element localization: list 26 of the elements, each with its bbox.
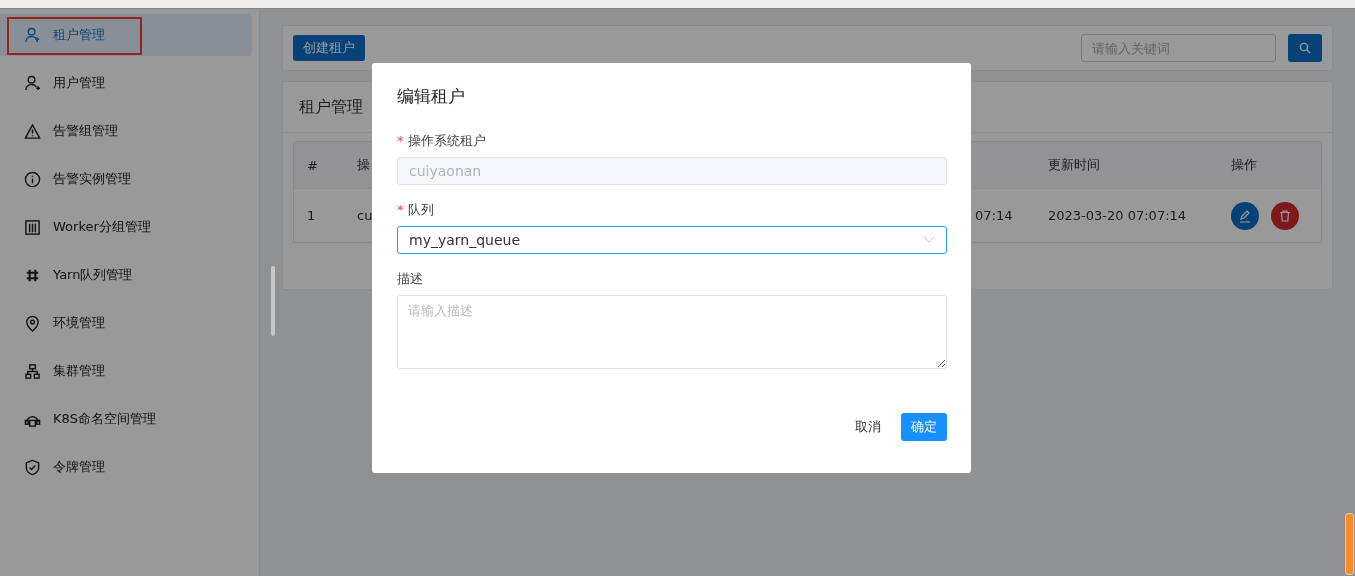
dialog-title: 编辑租户 (397, 85, 466, 108)
create-button[interactable]: 创建租户 (293, 35, 365, 61)
column-header: 更新时间 (1048, 157, 1100, 172)
sidebar-item[interactable]: 告警实例管理 (0, 158, 252, 200)
sidebar-item[interactable]: 环境管理 (0, 302, 252, 344)
column-header: # (307, 157, 318, 173)
sidebar-item[interactable]: 令牌管理 (0, 446, 252, 488)
field-label: 描述 (397, 271, 423, 286)
sidebar-item[interactable]: Worker分组管理 (0, 206, 252, 248)
table-cell: 2023-03-20 07:07:14 (1048, 208, 1187, 223)
field-label: 队列 (407, 202, 434, 217)
select-field[interactable]: my_yarn_queue (397, 226, 947, 254)
field-label: 操作系统租户 (407, 133, 486, 148)
table-cell: 1 (307, 208, 316, 223)
sidebar-item[interactable]: 用户管理 (0, 62, 252, 104)
sidebar-item[interactable]: Yarn队列管理 (0, 254, 252, 296)
column-header: 操作 (1231, 157, 1257, 172)
text-area[interactable]: 请输入描述 (397, 295, 947, 369)
sidebar-item[interactable]: K8S命名空间管理 (0, 398, 252, 440)
required-mark: * (397, 202, 404, 217)
required-mark: * (397, 133, 404, 148)
sidebar-item[interactable]: 告警组管理 (0, 110, 252, 152)
table-cell: cu (357, 208, 373, 223)
table-cell: 07:14 (975, 208, 1013, 223)
sidebar-item[interactable]: 集群管理 (0, 350, 252, 392)
column-header: 操 (357, 157, 370, 172)
